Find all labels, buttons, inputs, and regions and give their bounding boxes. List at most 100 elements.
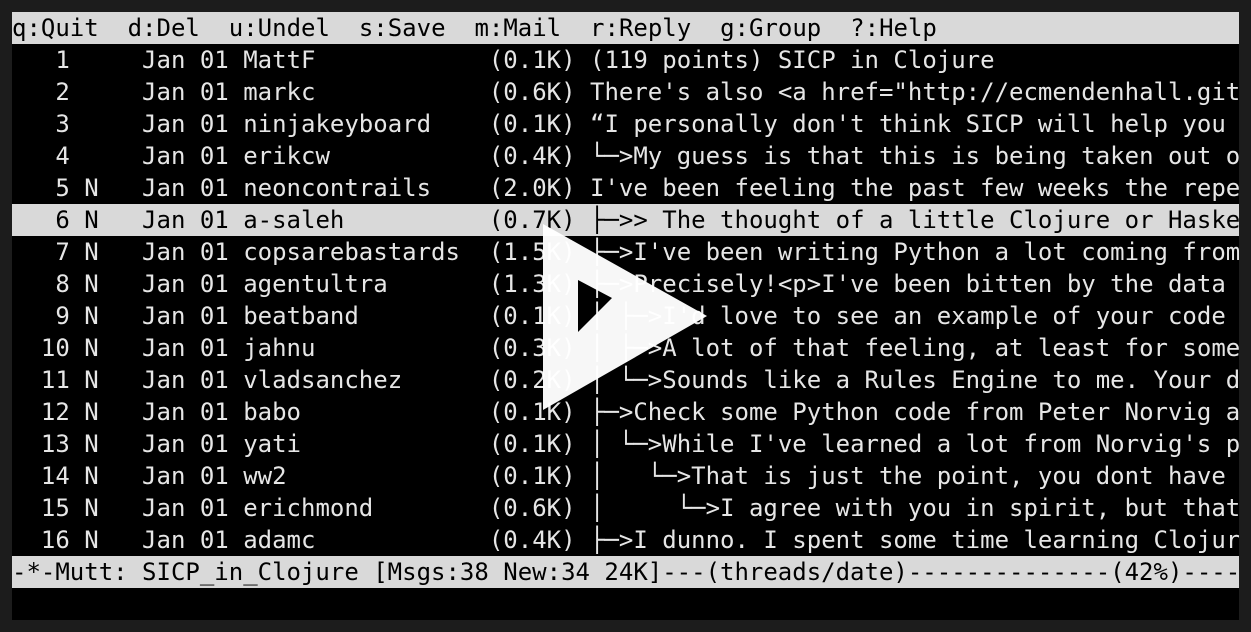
- message-row[interactable]: 13 N Jan 01 yati (0.1K) │ └─>While I've …: [12, 428, 1239, 460]
- status-bar: -*-Mutt: SICP_in_Clojure [Msgs:38 New:34…: [12, 556, 1239, 588]
- msg-flag: [84, 78, 142, 106]
- msg-author: neoncontrails: [243, 174, 489, 202]
- msg-size: (0.1K): [488, 430, 590, 458]
- help-item: d:Del: [127, 14, 200, 42]
- msg-date: Jan 01: [142, 366, 244, 394]
- msg-number: 11: [12, 366, 85, 394]
- msg-author: agentultra: [243, 270, 489, 298]
- message-row[interactable]: 11 N Jan 01 vladsanchez (0.2K) │ └─>Soun…: [12, 364, 1239, 396]
- msg-date: Jan 01: [142, 142, 244, 170]
- msg-flag: N: [84, 526, 143, 554]
- msg-size: (0.4K): [488, 142, 590, 170]
- msg-size: (0.3K): [488, 334, 590, 362]
- msg-author: markc: [243, 78, 489, 106]
- message-row[interactable]: 3 Jan 01 ninjakeyboard (0.1K) “I persona…: [12, 108, 1239, 140]
- msg-size: (0.1K): [488, 110, 590, 138]
- msg-number: 6: [12, 206, 85, 234]
- help-bar: q:Quit d:Del u:Undel s:Save m:Mail r:Rep…: [12, 12, 1239, 44]
- msg-number: 2: [12, 78, 85, 106]
- msg-number: 9: [12, 302, 85, 330]
- msg-author: babo: [243, 398, 489, 426]
- msg-flag: [84, 142, 142, 170]
- msg-flag: [84, 46, 142, 74]
- msg-flag: N: [84, 366, 143, 394]
- msg-size: (0.1K): [488, 46, 590, 74]
- message-row[interactable]: 4 Jan 01 erikcw (0.4K) └─>My guess is th…: [12, 140, 1239, 172]
- msg-size: (1.5K): [488, 238, 590, 266]
- message-row[interactable]: 10 N Jan 01 jahnu (0.3K) │ ├─>A lot of t…: [12, 332, 1239, 364]
- msg-flag: N: [84, 398, 143, 426]
- msg-date: Jan 01: [142, 270, 244, 298]
- mutt-terminal[interactable]: q:Quit d:Del u:Undel s:Save m:Mail r:Rep…: [12, 12, 1239, 620]
- help-item: ?:Help: [850, 14, 937, 42]
- message-row[interactable]: 14 N Jan 01 ww2 (0.1K) │ └─>That is just…: [12, 460, 1239, 492]
- msg-number: 1: [12, 46, 85, 74]
- msg-subject: I've been feeling the past few weeks the…: [590, 174, 1239, 202]
- message-row[interactable]: 9 N Jan 01 beatband (0.1K) │ ├─>I'd love…: [12, 300, 1239, 332]
- msg-size: (0.6K): [488, 78, 590, 106]
- msg-flag: N: [84, 238, 143, 266]
- msg-flag: [84, 110, 142, 138]
- msg-subject: There's also <a href="http://ecmendenhal…: [590, 78, 1239, 106]
- message-row[interactable]: 8 N Jan 01 agentultra (1.3K) ├─>Precisel…: [12, 268, 1239, 300]
- msg-size: (0.1K): [488, 462, 590, 490]
- message-row[interactable]: 6 N Jan 01 a-saleh (0.7K) ├─>> The thoug…: [12, 204, 1239, 236]
- msg-author: erichmond: [243, 494, 489, 522]
- msg-number: 12: [12, 398, 85, 426]
- msg-author: vladsanchez: [243, 366, 489, 394]
- message-row[interactable]: 1 Jan 01 MattF (0.1K) (119 points) SICP …: [12, 44, 1239, 76]
- msg-date: Jan 01: [142, 110, 244, 138]
- msg-number: 15: [12, 494, 85, 522]
- help-item: m:Mail: [474, 14, 562, 42]
- help-item: g:Group: [720, 14, 822, 42]
- msg-size: (0.2K): [488, 366, 590, 394]
- msg-author: erikcw: [243, 142, 489, 170]
- help-item: r:Reply: [590, 14, 692, 42]
- msg-subject: │ └─>While I've learned a lot from Norvi…: [590, 430, 1239, 458]
- msg-flag: N: [84, 174, 143, 202]
- msg-date: Jan 01: [142, 398, 244, 426]
- msg-date: Jan 01: [142, 462, 244, 490]
- message-row[interactable]: 16 N Jan 01 adamc (0.4K) ├─>I dunno. I s…: [12, 524, 1239, 556]
- message-row[interactable]: 5 N Jan 01 neoncontrails (2.0K) I've bee…: [12, 172, 1239, 204]
- msg-size: (0.7K): [488, 206, 590, 234]
- msg-date: Jan 01: [142, 430, 244, 458]
- msg-author: beatband: [243, 302, 489, 330]
- msg-number: 4: [12, 142, 85, 170]
- msg-subject: │ └─>That is just the point, you dont ha…: [590, 462, 1239, 490]
- msg-number: 7: [12, 238, 85, 266]
- msg-number: 5: [12, 174, 85, 202]
- msg-author: adamc: [243, 526, 489, 554]
- message-row[interactable]: 15 N Jan 01 erichmond (0.6K) │ └─>I agre…: [12, 492, 1239, 524]
- msg-number: 8: [12, 270, 85, 298]
- msg-author: yati: [243, 430, 489, 458]
- msg-subject: ├─>Check some Python code from Peter Nor…: [590, 398, 1239, 426]
- msg-size: (0.1K): [488, 398, 590, 426]
- msg-size: (0.1K): [488, 302, 590, 330]
- msg-flag: N: [84, 302, 143, 330]
- help-item: u:Undel: [228, 14, 330, 42]
- msg-author: ninjakeyboard: [243, 110, 489, 138]
- msg-author: MattF: [243, 46, 489, 74]
- msg-number: 3: [12, 110, 85, 138]
- msg-subject: │ ├─>A lot of that feeling, at least for…: [590, 334, 1239, 362]
- msg-flag: N: [84, 462, 143, 490]
- msg-date: Jan 01: [142, 174, 244, 202]
- msg-number: 16: [12, 526, 85, 554]
- msg-subject: ├─>I've been writing Python a lot coming…: [590, 238, 1239, 266]
- msg-size: (2.0K): [488, 174, 590, 202]
- msg-date: Jan 01: [142, 46, 244, 74]
- message-row[interactable]: 7 N Jan 01 copsarebastards (1.5K) ├─>I'v…: [12, 236, 1239, 268]
- msg-subject: │ ├─>I'd love to see an example of your …: [590, 302, 1226, 330]
- msg-size: (0.6K): [488, 494, 590, 522]
- msg-subject: (119 points) SICP in Clojure: [590, 46, 995, 74]
- msg-author: a-saleh: [243, 206, 489, 234]
- msg-subject: │ └─>I agree with you in spirit, but tha…: [590, 494, 1239, 522]
- msg-author: copsarebastards: [243, 238, 489, 266]
- msg-size: (0.4K): [488, 526, 590, 554]
- message-row[interactable]: 12 N Jan 01 babo (0.1K) ├─>Check some Py…: [12, 396, 1239, 428]
- msg-subject: ├─>> The thought of a little Clojure or …: [590, 206, 1239, 234]
- message-row[interactable]: 2 Jan 01 markc (0.6K) There's also <a hr…: [12, 76, 1239, 108]
- msg-date: Jan 01: [142, 206, 244, 234]
- msg-subject: └─>My guess is that this is being taken …: [590, 142, 1239, 170]
